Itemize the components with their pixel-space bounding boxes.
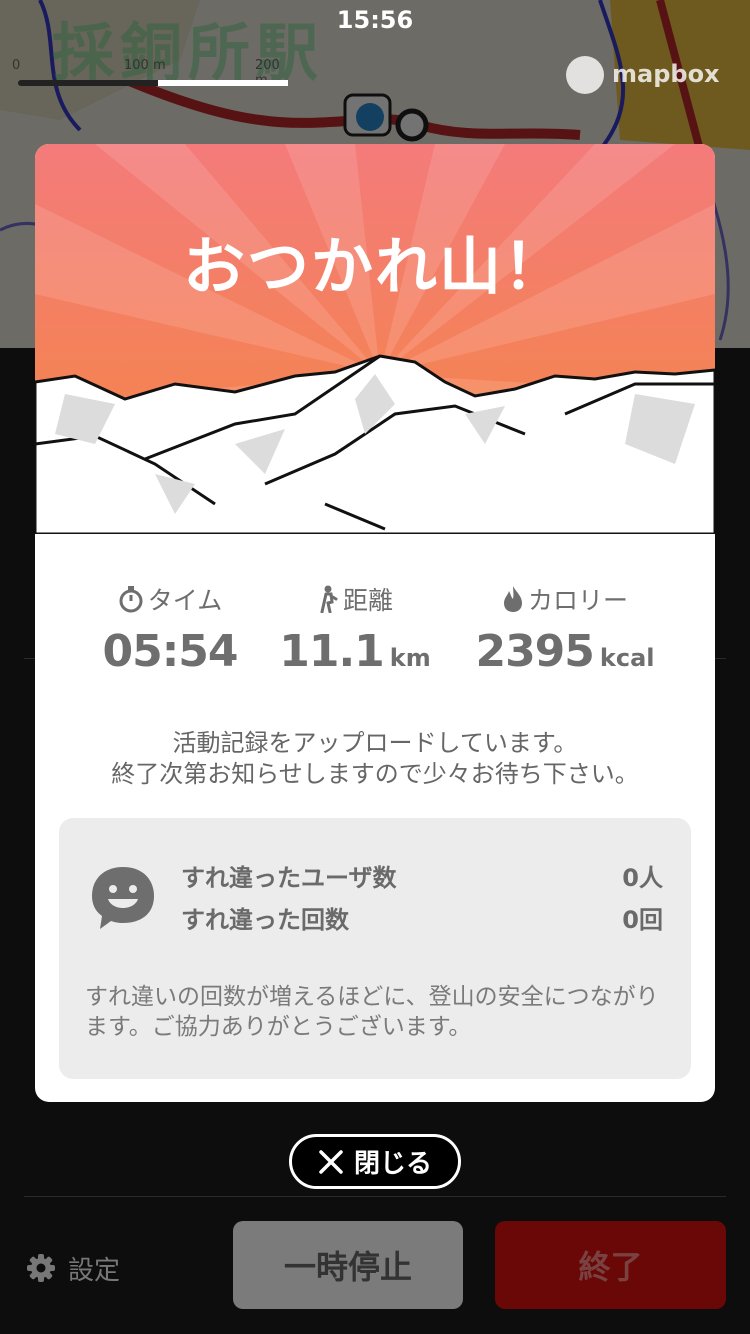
completion-modal: おつかれ山！ タイム 05:54 距離 11.1 km カロリー 2395 kc… — [35, 144, 715, 1102]
hiker-icon — [320, 585, 338, 613]
encounter-count-row: すれ違った回数 0回 — [181, 900, 663, 934]
stat-calories: カロリー 2395 kcal — [465, 580, 665, 677]
stat-distance: 距離 11.1 km — [275, 580, 435, 677]
completion-title: おつかれ山！ — [182, 230, 567, 303]
stat-calories-value: 2395 — [475, 626, 594, 677]
stat-distance-value: 11.1 — [279, 626, 385, 677]
settings-label: 設定 — [68, 1255, 121, 1286]
upload-message-line: 終了次第お知らせしますので少々お待ち下さい。 — [111, 760, 639, 788]
close-icon — [319, 1149, 343, 1174]
stopwatch-icon — [119, 586, 143, 613]
encounter-count-label: すれ違った回数 — [181, 906, 349, 934]
encounter-users-value: 0人 — [622, 864, 663, 892]
stat-time-label: タイム — [147, 586, 223, 615]
encounter-card: すれ違ったユーザ数 0人 すれ違った回数 0回 すれ違いの回数が増えるほどに、登… — [59, 818, 691, 1079]
hero-mountain-illustration — [35, 144, 715, 534]
close-button[interactable]: 閉じる — [289, 1134, 461, 1189]
encounter-users-row: すれ違ったユーザ数 0人 — [181, 858, 663, 892]
stat-distance-label: 距離 — [342, 586, 393, 615]
scale-label-100: 100 m — [124, 58, 166, 73]
stat-calories-label: カロリー — [527, 586, 628, 615]
stat-calories-unit: kcal — [599, 644, 655, 672]
panel-divider — [24, 1196, 726, 1197]
encounter-note: すれ違いの回数が増えるほどに、登山の安全につながります。ご協力ありがとうございま… — [85, 984, 659, 1040]
flame-icon — [503, 586, 522, 612]
upload-message-line: 活動記録をアップロードしています。 — [172, 729, 578, 757]
scale-label-0: 0 — [12, 58, 21, 73]
encounter-count-value: 0回 — [622, 906, 663, 934]
smiley-speech-icon — [92, 867, 154, 929]
close-button-label: 閉じる — [353, 1149, 432, 1179]
stat-time: タイム 05:54 — [95, 580, 245, 677]
settings-button[interactable]: 設定 — [26, 1248, 120, 1288]
stat-time-value: 05:54 — [102, 626, 238, 677]
mapbox-logo: mapbox — [566, 56, 736, 96]
map-scale: 0 100 m 200 m — [12, 58, 288, 88]
pause-button[interactable]: 一時停止 — [233, 1221, 463, 1309]
activity-stats: タイム 05:54 距離 11.1 km カロリー 2395 kcal — [35, 580, 715, 690]
end-button[interactable]: 終了 — [495, 1221, 726, 1309]
upload-message: 活動記録をアップロードしています。 終了次第お知らせしますので少々お待ち下さい。 — [35, 728, 715, 790]
stat-distance-unit: km — [389, 644, 431, 672]
scale-bar — [18, 80, 288, 86]
mapbox-attribution: mapbox — [612, 60, 720, 88]
mapbox-logo-icon — [566, 56, 604, 94]
encounter-users-label: すれ違ったユーザ数 — [181, 864, 397, 892]
gear-icon — [27, 1254, 55, 1282]
